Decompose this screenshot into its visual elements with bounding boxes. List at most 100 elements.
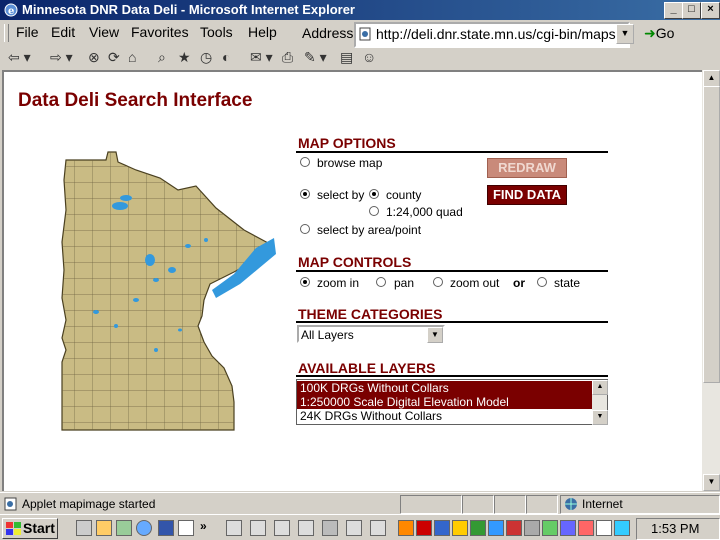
ie-logo-icon: e <box>4 3 18 17</box>
forward-icon[interactable]: ⇨ ▾ <box>50 49 73 66</box>
tray-icon[interactable] <box>614 520 630 536</box>
county-radio[interactable] <box>369 189 379 199</box>
zoom-in-radio[interactable] <box>300 277 310 287</box>
start-button[interactable]: Start <box>2 518 58 539</box>
edit-icon[interactable]: ✎ ▾ <box>304 49 327 66</box>
notepad-icon[interactable] <box>178 520 194 536</box>
taskbar-app-icon[interactable] <box>274 520 290 536</box>
show-desktop-icon[interactable] <box>76 520 92 536</box>
media-player-icon[interactable] <box>116 520 132 536</box>
browse-map-radio[interactable] <box>300 157 310 167</box>
state-label: state <box>554 276 581 290</box>
tray-icon[interactable] <box>416 520 432 536</box>
chevron-down-icon[interactable]: ▼ <box>427 327 443 343</box>
menu-bar: File Edit View Favorites Tools Help Addr… <box>0 21 720 48</box>
pan-radio[interactable] <box>376 277 386 287</box>
zoom-in-label: zoom in <box>317 276 360 290</box>
scroll-up-icon[interactable]: ▲ <box>592 380 608 395</box>
listbox-scrollbar[interactable]: ▲ ▼ <box>592 380 608 425</box>
scroll-down-icon[interactable]: ▼ <box>592 410 608 425</box>
word-icon[interactable] <box>158 520 174 536</box>
zoom-out-radio[interactable] <box>433 277 443 287</box>
tray-icon[interactable] <box>398 520 414 536</box>
tray-icon[interactable] <box>524 520 540 536</box>
tray-icon[interactable] <box>452 520 468 536</box>
back-icon[interactable]: ⇦ ▾ <box>8 49 31 66</box>
mail-icon[interactable]: ✉ ▾ <box>250 49 273 66</box>
home-icon[interactable]: ⌂ <box>128 49 136 65</box>
tray-icon[interactable] <box>578 520 594 536</box>
browse-map-label: browse map <box>317 156 383 170</box>
tray-icon[interactable] <box>596 520 612 536</box>
minimize-button[interactable]: _ <box>664 2 683 19</box>
layers-listbox[interactable]: 100K DRGs Without Collars 1:250000 Scale… <box>296 379 608 425</box>
taskbar: Start » 1:53 PM <box>0 514 720 540</box>
taskbar-app-icon[interactable] <box>370 520 386 536</box>
divider <box>296 151 608 153</box>
status-pane <box>494 495 526 514</box>
divider <box>296 270 608 272</box>
menu-tools[interactable]: Tools <box>200 24 233 40</box>
select-area-radio[interactable] <box>300 224 310 234</box>
address-input[interactable]: http://deli.dnr.state.mn.us/cgi-bin/maps… <box>354 22 630 48</box>
tray-icon[interactable] <box>470 520 486 536</box>
taskbar-app-icon[interactable] <box>298 520 314 536</box>
close-button[interactable]: × <box>701 2 720 19</box>
page-scrollbar[interactable]: ▲ ▼ <box>702 70 720 491</box>
windows-logo-icon <box>6 522 21 535</box>
scroll-up-icon[interactable]: ▲ <box>703 70 720 87</box>
taskbar-app-icon[interactable] <box>226 520 242 536</box>
tray-icon[interactable] <box>560 520 576 536</box>
taskbar-app-icon[interactable] <box>346 520 362 536</box>
list-item[interactable]: 1:250000 Scale Digital Elevation Model <box>297 395 594 409</box>
toolbar-grip[interactable] <box>4 24 9 42</box>
messenger-icon[interactable]: ☺ <box>362 49 376 65</box>
discuss-icon[interactable]: ▤ <box>340 49 353 66</box>
menu-view[interactable]: View <box>89 24 119 40</box>
available-layers-heading: AVAILABLE LAYERS <box>298 360 436 376</box>
refresh-icon[interactable]: ⟳ <box>108 49 120 66</box>
favorites-icon[interactable]: ★ <box>178 49 191 66</box>
address-dropdown-button[interactable]: ▼ <box>616 24 634 44</box>
tray-icon[interactable] <box>488 520 504 536</box>
taskbar-app-icon[interactable] <box>322 520 338 536</box>
scroll-thumb[interactable] <box>703 86 720 383</box>
folder-icon[interactable] <box>96 520 112 536</box>
tray-icon[interactable] <box>506 520 522 536</box>
taskbar-clock[interactable]: 1:53 PM <box>636 518 720 540</box>
redraw-button[interactable]: REDRAW <box>487 158 567 178</box>
quad-label: 1:24,000 quad <box>386 205 463 219</box>
list-item[interactable]: 100K DRGs Without Collars <box>297 381 594 395</box>
tray-icon[interactable] <box>542 520 558 536</box>
media-icon[interactable]: ◐ <box>222 49 230 65</box>
history-icon[interactable]: ◷ <box>200 49 212 66</box>
print-icon[interactable]: ⎙ <box>282 49 293 66</box>
menu-edit[interactable]: Edit <box>51 24 75 40</box>
menu-favorites[interactable]: Favorites <box>131 24 189 40</box>
quad-radio[interactable] <box>369 206 379 216</box>
select-by-radio[interactable] <box>300 189 310 199</box>
map-controls-heading: MAP CONTROLS <box>298 254 412 270</box>
search-icon[interactable]: ⌕ <box>158 49 166 66</box>
theme-select[interactable]: All Layers ▼ <box>297 325 445 343</box>
menu-help[interactable]: Help <box>248 24 277 40</box>
stop-icon[interactable]: ⊗ <box>88 49 100 66</box>
address-bar: Address http://deli.dnr.state.mn.us/cgi-… <box>300 22 720 48</box>
minnesota-map[interactable] <box>56 150 276 440</box>
go-arrow-icon: ➜ <box>644 25 656 41</box>
window-title-bar[interactable]: e Minnesota DNR Data Deli - Microsoft In… <box>0 0 720 20</box>
page-title: Data Deli Search Interface <box>18 90 253 111</box>
quicklaunch-chevron-icon[interactable]: » <box>200 519 207 533</box>
state-radio[interactable] <box>537 277 547 287</box>
taskbar-app-icon[interactable] <box>250 520 266 536</box>
tray-icon[interactable] <box>434 520 450 536</box>
list-item[interactable]: 24K DRGs Without Collars <box>297 409 594 423</box>
svg-text:e: e <box>8 6 14 17</box>
scroll-down-icon[interactable]: ▼ <box>703 474 720 491</box>
ie-icon[interactable] <box>136 520 152 536</box>
theme-selected-value: All Layers <box>301 328 354 342</box>
maximize-button[interactable]: □ <box>682 2 701 19</box>
go-button[interactable]: ➜Go <box>644 25 674 42</box>
find-data-button[interactable]: FIND DATA <box>487 185 567 205</box>
menu-file[interactable]: File <box>16 24 39 40</box>
